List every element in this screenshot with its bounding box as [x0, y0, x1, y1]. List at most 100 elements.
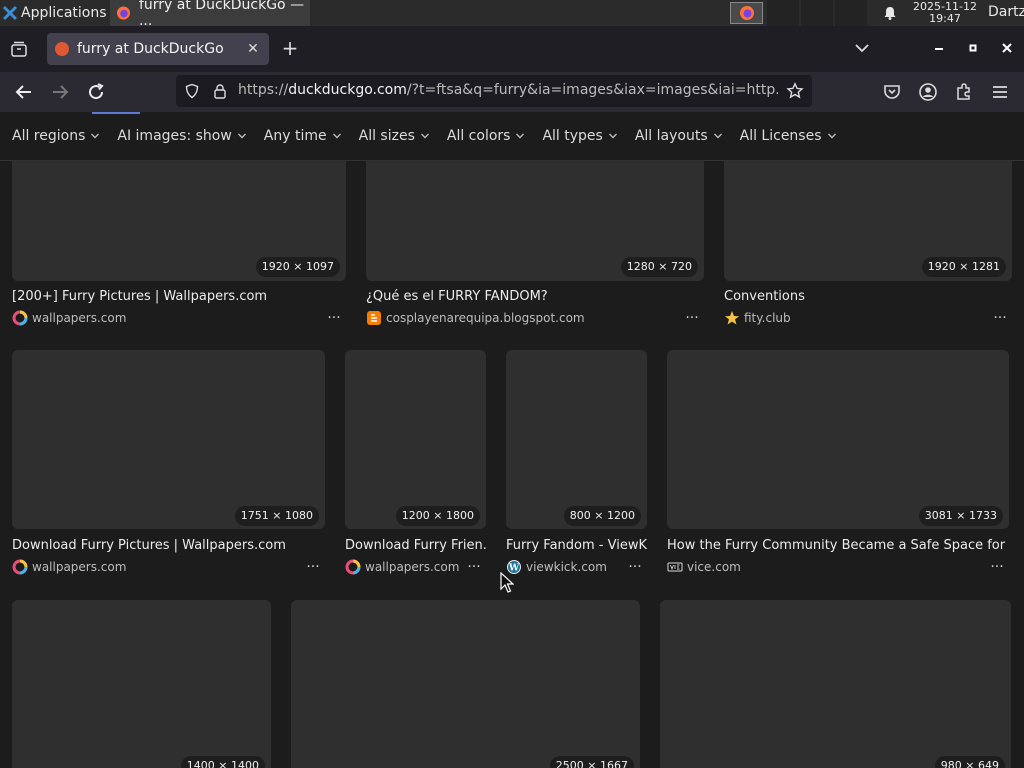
image-result[interactable]: 1920 × 1281 Conventions fity.club ···	[724, 161, 1012, 331]
image-thumbnail[interactable]	[12, 350, 325, 529]
filter-regions[interactable]: All regions	[12, 128, 100, 144]
tracking-protection-shield-icon[interactable]	[184, 83, 200, 99]
image-title[interactable]: ¿Qué es el FURRY FANDOM?	[366, 289, 704, 304]
extensions-puzzle-icon[interactable]	[954, 82, 974, 102]
image-filter-bar: All regions AI images: show Any time All…	[0, 112, 1024, 161]
more-options-icon[interactable]: ···	[991, 311, 1009, 327]
image-title[interactable]: Download Furry Pictures | Wallpapers.com	[12, 538, 325, 553]
filter-licenses[interactable]: All Licenses	[740, 128, 837, 144]
filter-ai-images[interactable]: AI images: show	[117, 128, 246, 144]
tray-firefox-button[interactable]	[730, 2, 763, 24]
reload-icon[interactable]	[84, 80, 108, 104]
image-source[interactable]: vice.com	[667, 559, 741, 575]
taskbar-window-button[interactable]: furry at DuckDuckGo — ...	[110, 0, 310, 29]
user-name[interactable]: Dartz	[988, 4, 1024, 20]
image-thumbnail[interactable]	[660, 600, 1011, 768]
desktop-taskbar: Applications ⋮ furry at DuckDuckGo — ...…	[0, 0, 1024, 29]
pocket-icon[interactable]	[882, 82, 902, 102]
image-result[interactable]: 3081 × 1733 How the Furry Community Beca…	[667, 350, 1009, 580]
more-options-icon[interactable]: ···	[626, 560, 644, 576]
lock-icon[interactable]	[212, 83, 228, 99]
filter-time[interactable]: Any time	[264, 128, 342, 144]
workspace-3[interactable]	[835, 0, 867, 26]
notification-bell-icon[interactable]	[882, 5, 898, 21]
image-source-label: cosplayenarequipa.blogspot.com	[386, 311, 585, 325]
image-result[interactable]: 2500 × 1667	[291, 600, 640, 768]
clock[interactable]: 2025-11-12 19:47	[905, 0, 985, 26]
image-result[interactable]: 980 × 649	[660, 600, 1011, 768]
filter-colors[interactable]: All colors	[447, 128, 526, 144]
wallpapers-icon	[12, 310, 28, 326]
image-result[interactable]: 800 × 1200 Furry Fandom - ViewKi... W vi…	[506, 350, 647, 580]
minimize-icon	[935, 48, 943, 50]
tab-collections-icon[interactable]	[10, 40, 28, 58]
image-source-label: wallpapers.com	[32, 560, 127, 574]
bookmark-star-icon[interactable]	[786, 82, 804, 100]
vice-icon	[667, 562, 683, 572]
address-bar[interactable]: https://duckduckgo.com/?t=ftsa&q=furry&i…	[176, 75, 812, 107]
close-window-button[interactable]	[997, 38, 1017, 58]
chevron-down-icon	[827, 133, 836, 139]
more-options-icon[interactable]: ···	[304, 560, 322, 576]
image-thumbnail[interactable]	[12, 600, 271, 768]
filter-label: All sizes	[358, 128, 415, 144]
image-dimensions-badge: 1400 × 1400	[180, 756, 265, 768]
image-result[interactable]: 1280 × 720 ¿Qué es el FURRY FANDOM? cosp…	[366, 161, 704, 331]
more-options-icon[interactable]: ···	[465, 560, 483, 576]
back-arrow-icon[interactable]	[12, 80, 36, 104]
filter-label: All colors	[446, 128, 511, 144]
forward-arrow-icon[interactable]	[48, 80, 72, 104]
image-title[interactable]: Conventions	[724, 289, 1012, 304]
url-text[interactable]: https://duckduckgo.com/?t=ftsa&q=furry&i…	[238, 82, 778, 100]
chevron-down-icon	[713, 133, 722, 139]
image-thumbnail[interactable]	[667, 350, 1009, 529]
image-source[interactable]: wallpapers.com	[12, 559, 126, 575]
tab-duckduckgo[interactable]: furry at DuckDuckGo ✕	[47, 33, 269, 65]
image-source[interactable]: wallpapers.com	[12, 310, 126, 326]
more-options-icon[interactable]: ···	[683, 311, 701, 327]
image-result[interactable]: 1751 × 1080 Download Furry Pictures | Wa…	[12, 350, 325, 580]
filter-layouts[interactable]: All layouts	[635, 128, 723, 144]
image-result[interactable]: 1400 × 1400	[12, 600, 271, 768]
image-title[interactable]: How the Furry Community Became a Safe Sp…	[667, 538, 1009, 553]
image-source-label: wallpapers.com	[365, 560, 460, 574]
url-host: duckduckgo.com	[288, 82, 407, 98]
tab-title: furry at DuckDuckGo	[77, 41, 224, 57]
star-icon	[725, 311, 739, 325]
more-options-icon[interactable]: ···	[325, 311, 343, 327]
image-title[interactable]: Furry Fandom - ViewKi...	[506, 538, 647, 553]
firefox-icon	[739, 6, 754, 20]
hamburger-menu-icon[interactable]	[990, 82, 1010, 102]
image-source[interactable]: W viewkick.com	[506, 559, 607, 575]
image-dimensions-badge: 1920 × 1281	[921, 257, 1006, 277]
taskbar-window-title: furry at DuckDuckGo — ...	[138, 0, 305, 29]
image-title[interactable]: [200+] Furry Pictures | Wallpapers.com	[12, 289, 346, 304]
image-results-grid: 1920 × 1097 [200+] Furry Pictures | Wall…	[0, 161, 1024, 768]
more-options-icon[interactable]: ···	[988, 560, 1006, 576]
image-source[interactable]: fity.club	[724, 310, 791, 326]
image-source[interactable]: cosplayenarequipa.blogspot.com	[366, 310, 585, 326]
image-dimensions-badge: 1920 × 1097	[255, 257, 340, 277]
image-thumbnail[interactable]	[345, 350, 486, 529]
filter-sizes[interactable]: All sizes	[359, 128, 430, 144]
minimize-button[interactable]	[929, 38, 949, 58]
new-tab-button[interactable]: +	[280, 36, 300, 60]
browser-tab-strip: furry at DuckDuckGo ✕ +	[0, 26, 1024, 72]
workspace-1[interactable]	[767, 0, 799, 26]
image-result[interactable]: 1200 × 1800 Download Furry Frien... wall…	[345, 350, 486, 580]
image-title[interactable]: Download Furry Frien...	[345, 538, 486, 553]
image-thumbnail[interactable]	[291, 600, 640, 768]
image-source[interactable]: wallpapers.com	[345, 559, 459, 575]
image-thumbnail[interactable]	[506, 350, 647, 529]
image-dimensions-badge: 800 × 1200	[563, 506, 641, 526]
image-result[interactable]: 1920 × 1097 [200+] Furry Pictures | Wall…	[12, 161, 346, 331]
chevron-down-icon[interactable]	[852, 38, 872, 58]
workspace-2[interactable]	[801, 0, 833, 26]
close-tab-icon[interactable]: ✕	[245, 40, 261, 58]
filter-types[interactable]: All types	[542, 128, 617, 144]
applications-menu[interactable]: Applications ⋮	[2, 3, 123, 23]
account-icon[interactable]	[918, 82, 938, 102]
maximize-button[interactable]	[963, 38, 983, 58]
filter-label: AI images: show	[117, 128, 232, 144]
duckduckgo-icon	[55, 42, 69, 56]
